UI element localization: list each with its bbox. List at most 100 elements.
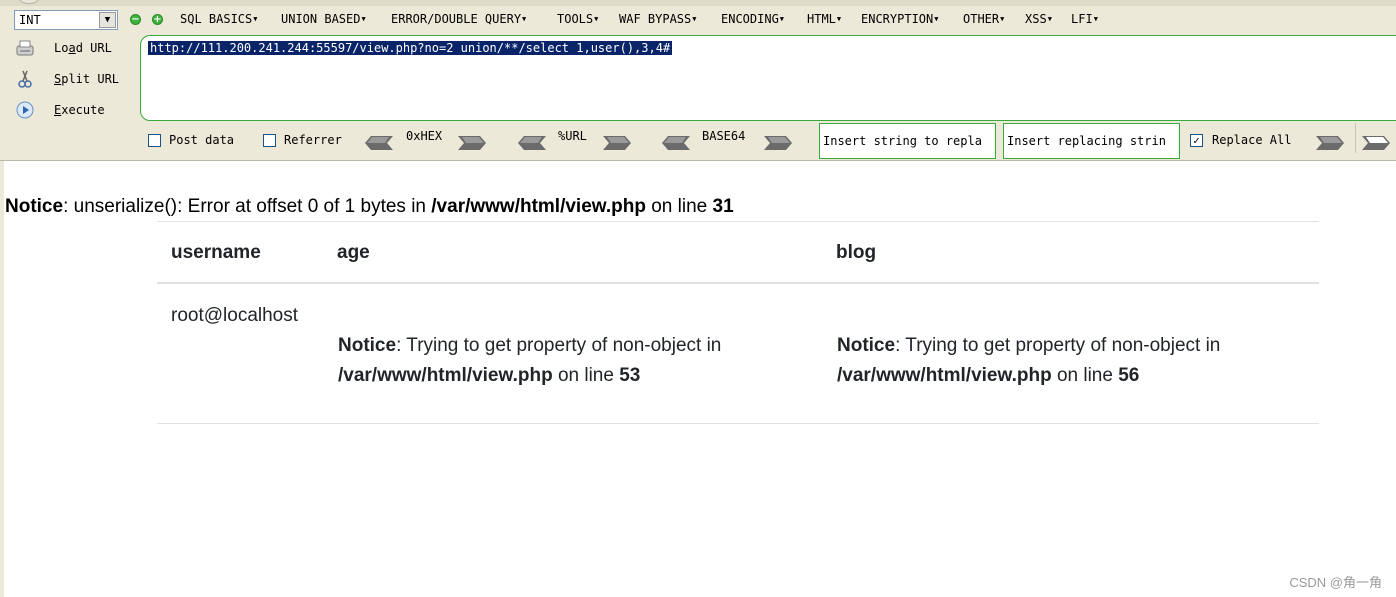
notice-line-number: 53 <box>619 365 641 386</box>
page-content: Notice: unserialize(): Error at offset 0… <box>0 161 1396 597</box>
menu-xss[interactable]: XSS▼ <box>1025 12 1052 28</box>
caret-down-icon: ▼ <box>1047 15 1052 23</box>
load-url-icon <box>16 40 34 56</box>
caret-down-icon: ▼ <box>594 15 599 23</box>
caret-down-icon: ▼ <box>779 15 785 23</box>
notice-label: Notice <box>837 335 896 356</box>
load-url-button[interactable]: Load URL <box>14 36 134 60</box>
replace-find-input[interactable]: Insert string to repla <box>819 123 996 159</box>
menu-encryption[interactable]: ENCRYPTION▼ <box>861 12 938 28</box>
menu-label: LFI <box>1071 12 1093 26</box>
encoder-url-label[interactable]: %URL <box>558 129 587 143</box>
load-url-accesskey: a <box>68 41 76 55</box>
chevron-left-icon[interactable] <box>518 136 546 150</box>
referrer-checkbox[interactable] <box>263 134 276 147</box>
notice-line-number: 56 <box>1118 365 1140 386</box>
notice-on-line: on line <box>552 365 620 386</box>
table-header-rule <box>157 282 1319 284</box>
table-header-username: username <box>171 242 261 263</box>
chevron-right-icon[interactable] <box>603 136 631 150</box>
load-url-label-part: d URL <box>75 41 112 55</box>
menu-label: ENCRYPTION <box>861 12 934 26</box>
menu-label: SQL BASICS <box>180 12 253 26</box>
menu-sql-basics[interactable]: SQL BASICS▼ <box>180 12 257 28</box>
caret-down-icon: ▼ <box>522 15 527 23</box>
execute-icon <box>16 101 34 119</box>
chevron-right-icon[interactable] <box>1316 136 1344 150</box>
injection-type-select[interactable]: INT ▼ <box>14 10 118 30</box>
notice-text: : unserialize(): Error at offset 0 of 1 … <box>63 196 432 217</box>
replace-with-input[interactable]: Insert replacing strin <box>1003 123 1180 159</box>
menu-other[interactable]: OTHER▼ <box>963 12 1004 28</box>
chevron-left-icon[interactable] <box>365 136 393 150</box>
replace-all-checkbox[interactable]: ✓ <box>1190 134 1203 147</box>
chevron-right-icon[interactable] <box>1362 136 1390 150</box>
notice-on-line: on line <box>645 196 713 217</box>
notice-on-line: on line <box>1051 365 1119 386</box>
caret-down-icon: ▼ <box>1093 15 1098 23</box>
caret-down-icon: ▼ <box>361 15 366 23</box>
table-header-blog: blog <box>836 242 877 263</box>
hackbar-options-row: Post data Referrer 0xHEX %URL BASE64 ✓ R… <box>0 123 1396 153</box>
execute-label-part: xecute <box>61 103 105 117</box>
menu-label: ERROR/DOUBLE QUERY <box>391 12 522 26</box>
cell-username: root@localhost <box>171 305 299 326</box>
table-top-rule <box>157 221 1319 222</box>
split-url-button[interactable]: Split URL <box>14 67 134 91</box>
injection-type-value: INT <box>19 13 41 27</box>
menu-tools[interactable]: TOOLS▼ <box>557 12 598 28</box>
menu-waf-bypass[interactable]: WAF BYPASS▼ <box>619 12 696 28</box>
table-bottom-rule <box>157 423 1319 424</box>
caret-down-icon: ▼ <box>1000 15 1005 23</box>
load-url-label-part: Lo <box>54 41 69 55</box>
notice-path: /var/www/html/view.php <box>837 365 1052 386</box>
menu-encoding[interactable]: ENCODING▼ <box>721 12 784 28</box>
menu-label: HTML <box>807 12 836 26</box>
notice-label: Notice <box>5 196 64 217</box>
chevron-left-icon[interactable] <box>662 136 690 150</box>
menu-union-based[interactable]: UNION BASED▼ <box>281 12 366 28</box>
caret-down-icon: ▼ <box>253 15 258 23</box>
url-value: http://111.200.241.244:55597/view.php?no… <box>148 41 673 55</box>
url-textarea[interactable]: http://111.200.241.244:55597/view.php?no… <box>140 35 1396 121</box>
toolbar-separator <box>1355 123 1356 153</box>
caret-down-icon: ▼ <box>692 15 697 23</box>
menu-html[interactable]: HTML▼ <box>807 12 841 28</box>
referrer-label: Referrer <box>284 133 342 147</box>
cell-age-notice: Notice: Trying to get property of non-ob… <box>338 331 818 391</box>
menu-lfi[interactable]: LFI▼ <box>1071 12 1098 28</box>
table-header-age: age <box>337 242 370 263</box>
caret-down-icon: ▼ <box>836 15 842 23</box>
split-url-label-part: plit URL <box>61 72 120 86</box>
chevron-right-icon[interactable] <box>764 136 792 150</box>
menu-label: UNION BASED <box>281 12 361 26</box>
menu-error-double-query[interactable]: ERROR/DOUBLE QUERY▼ <box>391 12 526 28</box>
encoder-base64-label[interactable]: BASE64 <box>702 129 745 143</box>
hackbar-toolbar: INT ▼ − + SQL BASICS▼ UNION BASED▼ ERROR… <box>0 0 1396 161</box>
menu-label: TOOLS <box>557 12 594 26</box>
cell-blog-notice: Notice: Trying to get property of non-ob… <box>837 331 1317 391</box>
encoder-0xhex-label[interactable]: 0xHEX <box>406 129 442 143</box>
replace-all-label: Replace All <box>1212 133 1292 147</box>
notice-line-number: 31 <box>712 196 734 217</box>
browser-top-strip <box>0 0 1396 6</box>
notice-text: : Trying to get property of non-object i… <box>895 335 1221 356</box>
caret-down-icon: ▼ <box>934 15 939 23</box>
notice-path: /var/www/html/view.php <box>431 196 646 217</box>
php-notice-unserialize: Notice: unserialize(): Error at offset 0… <box>5 196 734 218</box>
post-data-label: Post data <box>169 133 235 147</box>
menu-label: OTHER <box>963 12 1000 26</box>
post-data-checkbox[interactable] <box>148 134 161 147</box>
split-url-icon <box>18 70 32 88</box>
menu-label: WAF BYPASS <box>619 12 692 26</box>
minus-circle-icon[interactable]: − <box>130 14 141 25</box>
plus-circle-icon[interactable]: + <box>152 14 163 25</box>
menu-label: XSS <box>1025 12 1047 26</box>
toolbar-handle <box>16 0 42 4</box>
menu-label: ENCODING <box>721 12 779 26</box>
dropdown-arrow-icon[interactable]: ▼ <box>99 12 116 28</box>
notice-path: /var/www/html/view.php <box>338 365 553 386</box>
execute-button[interactable]: Execute <box>14 98 134 122</box>
csdn-watermark: CSDN @角一角 <box>1289 575 1382 590</box>
chevron-right-icon[interactable] <box>458 136 486 150</box>
